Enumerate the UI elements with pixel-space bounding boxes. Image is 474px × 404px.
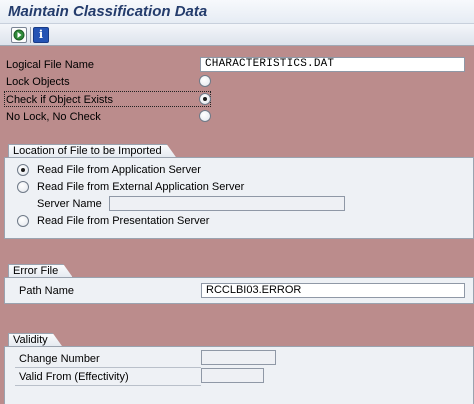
server-name-label: Server Name	[37, 198, 102, 210]
read-presentation-server-radio[interactable]	[17, 215, 29, 227]
page-title: Maintain Classification Data	[8, 3, 208, 20]
lock-objects-radio[interactable]	[199, 75, 211, 87]
server-name-field[interactable]	[109, 196, 345, 211]
change-number-field[interactable]	[201, 350, 276, 365]
read-presentation-server-label: Read File from Presentation Server	[37, 215, 210, 227]
check-object-exists-label: Check if Object Exists	[6, 94, 113, 106]
toolbar-separator	[30, 27, 31, 43]
read-app-server-radio[interactable]	[17, 164, 29, 176]
application-toolbar: i	[0, 24, 474, 46]
location-group-title: Location of File to be Imported	[8, 144, 177, 158]
information-icon: i	[38, 28, 44, 41]
error-file-group: Path Name RCCLBI03.ERROR	[4, 277, 474, 304]
logical-file-name-label: Logical File Name	[6, 59, 95, 71]
information-button[interactable]: i	[33, 27, 49, 43]
path-name-field[interactable]: RCCLBI03.ERROR	[201, 283, 465, 298]
check-object-exists-radio[interactable]	[199, 93, 211, 105]
change-number-label: Change Number	[19, 353, 100, 365]
read-ext-server-label: Read File from External Application Serv…	[37, 181, 245, 193]
title-bar: Maintain Classification Data	[0, 0, 474, 24]
execute-button[interactable]	[11, 27, 27, 43]
logical-file-name-field[interactable]: CHARACTERISTICS.DAT	[200, 57, 465, 72]
no-lock-no-check-label: No Lock, No Check	[6, 111, 101, 123]
valid-from-label: Valid From (Effectivity)	[19, 371, 129, 383]
validity-group: Change Number Valid From (Effectivity)	[4, 346, 474, 404]
lock-objects-label: Lock Objects	[6, 76, 70, 88]
validity-group-title: Validity	[8, 333, 63, 347]
valid-from-field[interactable]	[201, 368, 264, 383]
read-ext-server-radio[interactable]	[17, 181, 29, 193]
row-divider	[15, 367, 201, 368]
no-lock-no-check-radio[interactable]	[199, 110, 211, 122]
execute-clock-icon	[13, 29, 25, 41]
error-file-group-title: Error File	[8, 264, 73, 278]
row-divider	[15, 385, 201, 386]
read-app-server-label: Read File from Application Server	[37, 164, 201, 176]
path-name-label: Path Name	[19, 285, 75, 297]
location-group: Read File from Application Server Read F…	[4, 157, 474, 239]
